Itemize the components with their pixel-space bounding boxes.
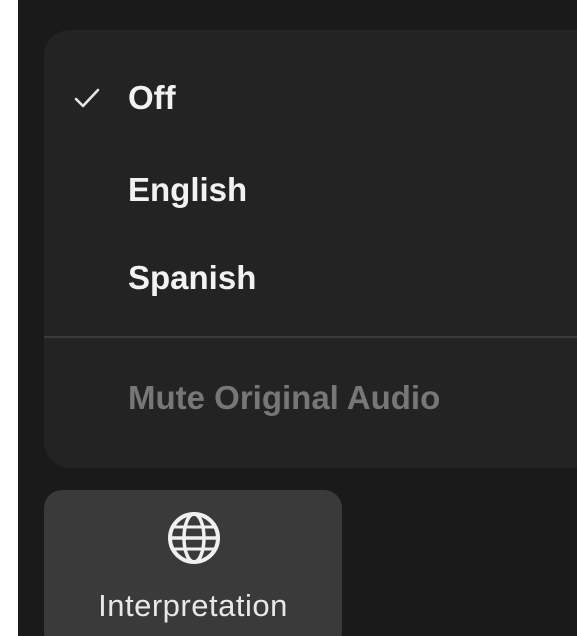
menu-item-label: Off — [128, 79, 176, 116]
mute-original-audio-item: Mute Original Audio — [44, 368, 577, 428]
interpretation-button[interactable]: Interpretation — [44, 490, 342, 636]
mute-original-audio-label: Mute Original Audio — [128, 379, 441, 416]
menu-item-label: Spanish — [128, 259, 257, 296]
menu-item-spanish[interactable]: Spanish — [44, 248, 577, 308]
menu-item-label: English — [128, 171, 248, 208]
interpretation-menu: Off English Spanish Mute Original Audio — [44, 30, 577, 468]
menu-item-english[interactable]: English — [44, 160, 577, 220]
menu-item-off[interactable]: Off — [44, 68, 577, 128]
menu-divider — [44, 336, 577, 338]
checkmark-icon — [74, 88, 100, 108]
meeting-app-window: Off English Spanish Mute Original Audio … — [18, 0, 577, 636]
interpretation-label: Interpretation — [98, 588, 288, 623]
globe-icon — [168, 512, 220, 564]
